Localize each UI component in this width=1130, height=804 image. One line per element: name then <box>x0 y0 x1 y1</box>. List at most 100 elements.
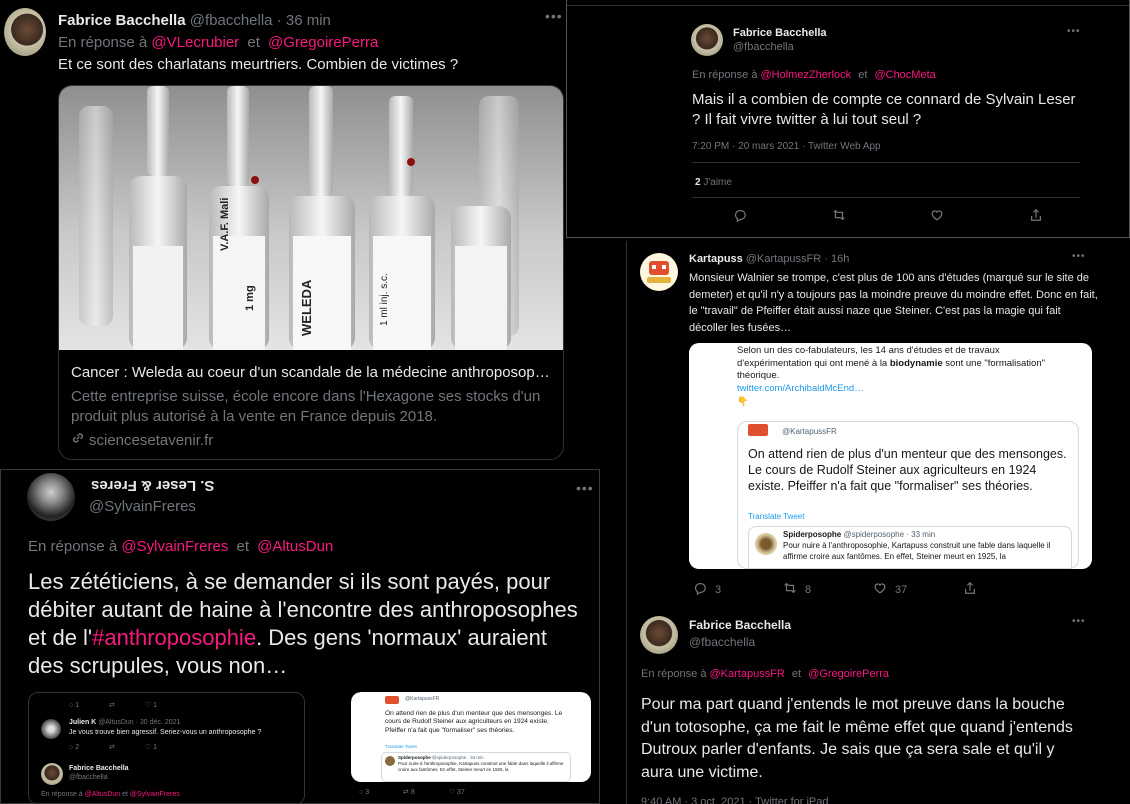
author-handle[interactable]: @KartapussFR <box>746 253 821 265</box>
vial-label: WELEDA <box>299 279 314 336</box>
more-icon[interactable]: ••• <box>1067 26 1081 37</box>
mention-link[interactable]: @GregoirePerra <box>268 34 378 51</box>
likes-label: J'aime <box>703 177 732 188</box>
attached-image-light[interactable]: @KartapussFR On attend rien de plus d'un… <box>351 692 591 803</box>
author-name[interactable]: Kartapuss <box>689 253 743 265</box>
mention-link[interactable]: @HolmezZherlock <box>761 69 852 81</box>
mini-like-icon: ♡ <box>144 702 152 709</box>
avatar[interactable] <box>640 616 678 654</box>
tweet-text: Monsieur Walnier se trompe, c'est plus d… <box>689 272 1098 334</box>
author-handle[interactable]: @SylvainFreres <box>89 498 196 515</box>
tweet-time[interactable]: · 36 min <box>277 12 331 29</box>
quote-link[interactable]: twitter.com/ArchibaldMcEnd… <box>737 383 1077 396</box>
tweet-sylvainfreres: S. Leser & Freres @SylvainFreres ••• En … <box>0 469 600 804</box>
card-image[interactable]: V.A.F. Mali WELEDA 1 mg 1 ml inj. s.c. <box>59 86 563 350</box>
quoted-screenshot[interactable]: Selon un des co-fabulateurs, les 14 ans … <box>689 343 1092 569</box>
nested-tweet[interactable]: Spiderposophe @spiderposophe · 33 min Po… <box>748 526 1072 569</box>
mini-name: Fabrice Bacchella <box>69 765 129 772</box>
author-handle[interactable]: @fbacchella <box>190 12 273 29</box>
like-icon[interactable] <box>930 208 944 227</box>
author-name[interactable]: S. Leser & Freres <box>91 477 214 494</box>
avatar[interactable] <box>691 24 723 56</box>
mini-like-icon: ♡ <box>144 744 152 751</box>
mini-reply-prefix: En réponse à <box>41 791 83 798</box>
mini-meta: @AltusDun · 30 déc. 2021 <box>98 719 181 726</box>
reply-prefix: En réponse à <box>28 538 118 555</box>
tweet-fabrice-sylvain-leser: Fabrice Bacchella @fbacchella ••• En rép… <box>566 0 1130 238</box>
reply-prefix: En réponse à <box>58 34 148 51</box>
mini-avatar <box>41 719 61 739</box>
mini-retweet-icon: ⇄ <box>109 702 115 709</box>
nested-text: Pour nuire à l'anthroposophie, Kartapuss… <box>783 541 1051 561</box>
retweet-icon <box>783 581 797 598</box>
mini-reply-icon: ○ <box>69 744 74 751</box>
mini-name: Julien K <box>69 719 97 726</box>
mini-count: 1 <box>75 702 80 709</box>
mention-link[interactable]: @AltusDun <box>257 538 333 555</box>
mention-link[interactable]: @SylvainFreres <box>121 538 228 555</box>
retweet-count: 8 <box>805 583 812 596</box>
reply-and: et <box>858 69 868 81</box>
reply-and: et <box>791 668 802 680</box>
retweet-button[interactable]: 8 <box>783 581 873 598</box>
mini-handle: @fbacchella <box>69 774 108 781</box>
card-title[interactable]: Cancer : Weleda au coeur d'un scandale d… <box>71 364 556 381</box>
tweet-meta[interactable]: 7:20 PM · 20 mars 2021 · Twitter Web App <box>692 141 881 152</box>
avatar[interactable] <box>27 473 75 521</box>
link-card[interactable]: V.A.F. Mali WELEDA 1 mg 1 ml inj. s.c. C… <box>58 85 564 460</box>
mini-and: et <box>122 791 128 798</box>
inner-avatar <box>748 424 768 436</box>
mini-reply-icon: ○ <box>359 789 364 796</box>
more-icon[interactable]: ••• <box>576 480 594 496</box>
like-button[interactable]: 37 <box>873 581 963 598</box>
mini-retweet-icon: ⇄ <box>109 744 115 751</box>
tweet-text: Pour ma part quand j'entends le mot preu… <box>641 696 1073 781</box>
more-icon[interactable]: ••• <box>1072 251 1086 262</box>
share-icon[interactable] <box>1029 208 1043 227</box>
mini-count: 8 <box>410 789 415 796</box>
reply-button[interactable]: 3 <box>693 581 783 598</box>
nested-avatar <box>755 533 777 555</box>
avatar[interactable] <box>4 8 46 56</box>
attached-image-dark[interactable]: ○ 1 ⇄ ♡ 1 Julien K @AltusDun · 30 déc. 2… <box>28 692 305 803</box>
tweet-time[interactable]: · 16h <box>824 253 849 265</box>
tweet-text: Mais il a combien de compte ce connard d… <box>692 91 1076 128</box>
mini-count: 3 <box>365 789 370 796</box>
nested-name: Spiderposophe <box>783 530 842 539</box>
inner-tweet[interactable]: @KartapussFR On attend rien de plus d'un… <box>737 421 1079 569</box>
mention-link[interactable]: @KartapussFR <box>710 668 785 680</box>
hashtag-link[interactable]: #anthroposophie <box>92 625 256 650</box>
card-domain: sciencesetavenir.fr <box>89 431 214 449</box>
likes-summary[interactable]: 2 J'aime <box>695 177 732 188</box>
mini-mention: @SylvainFreres <box>129 791 180 798</box>
translate-link[interactable]: Translate Tweet <box>748 512 804 521</box>
mention-link[interactable]: @VLecrubier <box>151 34 239 51</box>
author-name[interactable]: Fabrice Bacchella <box>689 618 791 632</box>
mini-translate: Translate Tweet <box>385 744 417 749</box>
retweet-icon[interactable] <box>832 208 846 227</box>
reply-prefix: En réponse à <box>692 69 758 81</box>
author-handle[interactable]: @fbacchella <box>689 635 755 649</box>
tweet-fabrice-totosophe: Fabrice Bacchella @fbacchella ••• En rép… <box>626 604 1106 804</box>
inner-text: On attend rien de plus d'un menteur que … <box>748 447 1067 493</box>
mini-count: 1 <box>153 702 158 709</box>
reply-icon <box>693 581 707 598</box>
mention-link[interactable]: @GregoirePerra <box>808 668 889 680</box>
mini-nested-name: Spiderposophe <box>398 755 431 760</box>
author-name[interactable]: Fabrice Bacchella <box>58 12 186 29</box>
mini-like-icon: ♡ <box>448 789 456 796</box>
mini-mention: @AltusDun <box>84 791 121 798</box>
avatar[interactable] <box>640 253 678 291</box>
mini-handle: @KartapussFR <box>405 696 440 702</box>
tweet-meta[interactable]: 9:40 AM · 3 oct. 2021 · Twitter for iPad <box>641 796 829 804</box>
more-icon[interactable]: ••• <box>545 8 563 24</box>
tweet-kartapuss: Kartapuss @KartapussFR · 16h ••• Monsieu… <box>626 241 1106 611</box>
mention-link[interactable]: @ChocMeta <box>874 69 935 81</box>
share-icon[interactable] <box>963 581 977 598</box>
author-handle[interactable]: @fbacchella <box>733 41 794 53</box>
author-name[interactable]: Fabrice Bacchella <box>733 27 827 39</box>
more-icon[interactable]: ••• <box>1072 616 1086 627</box>
reply-and: et <box>236 538 250 555</box>
mini-count: 2 <box>75 744 80 751</box>
reply-icon[interactable] <box>733 208 747 227</box>
